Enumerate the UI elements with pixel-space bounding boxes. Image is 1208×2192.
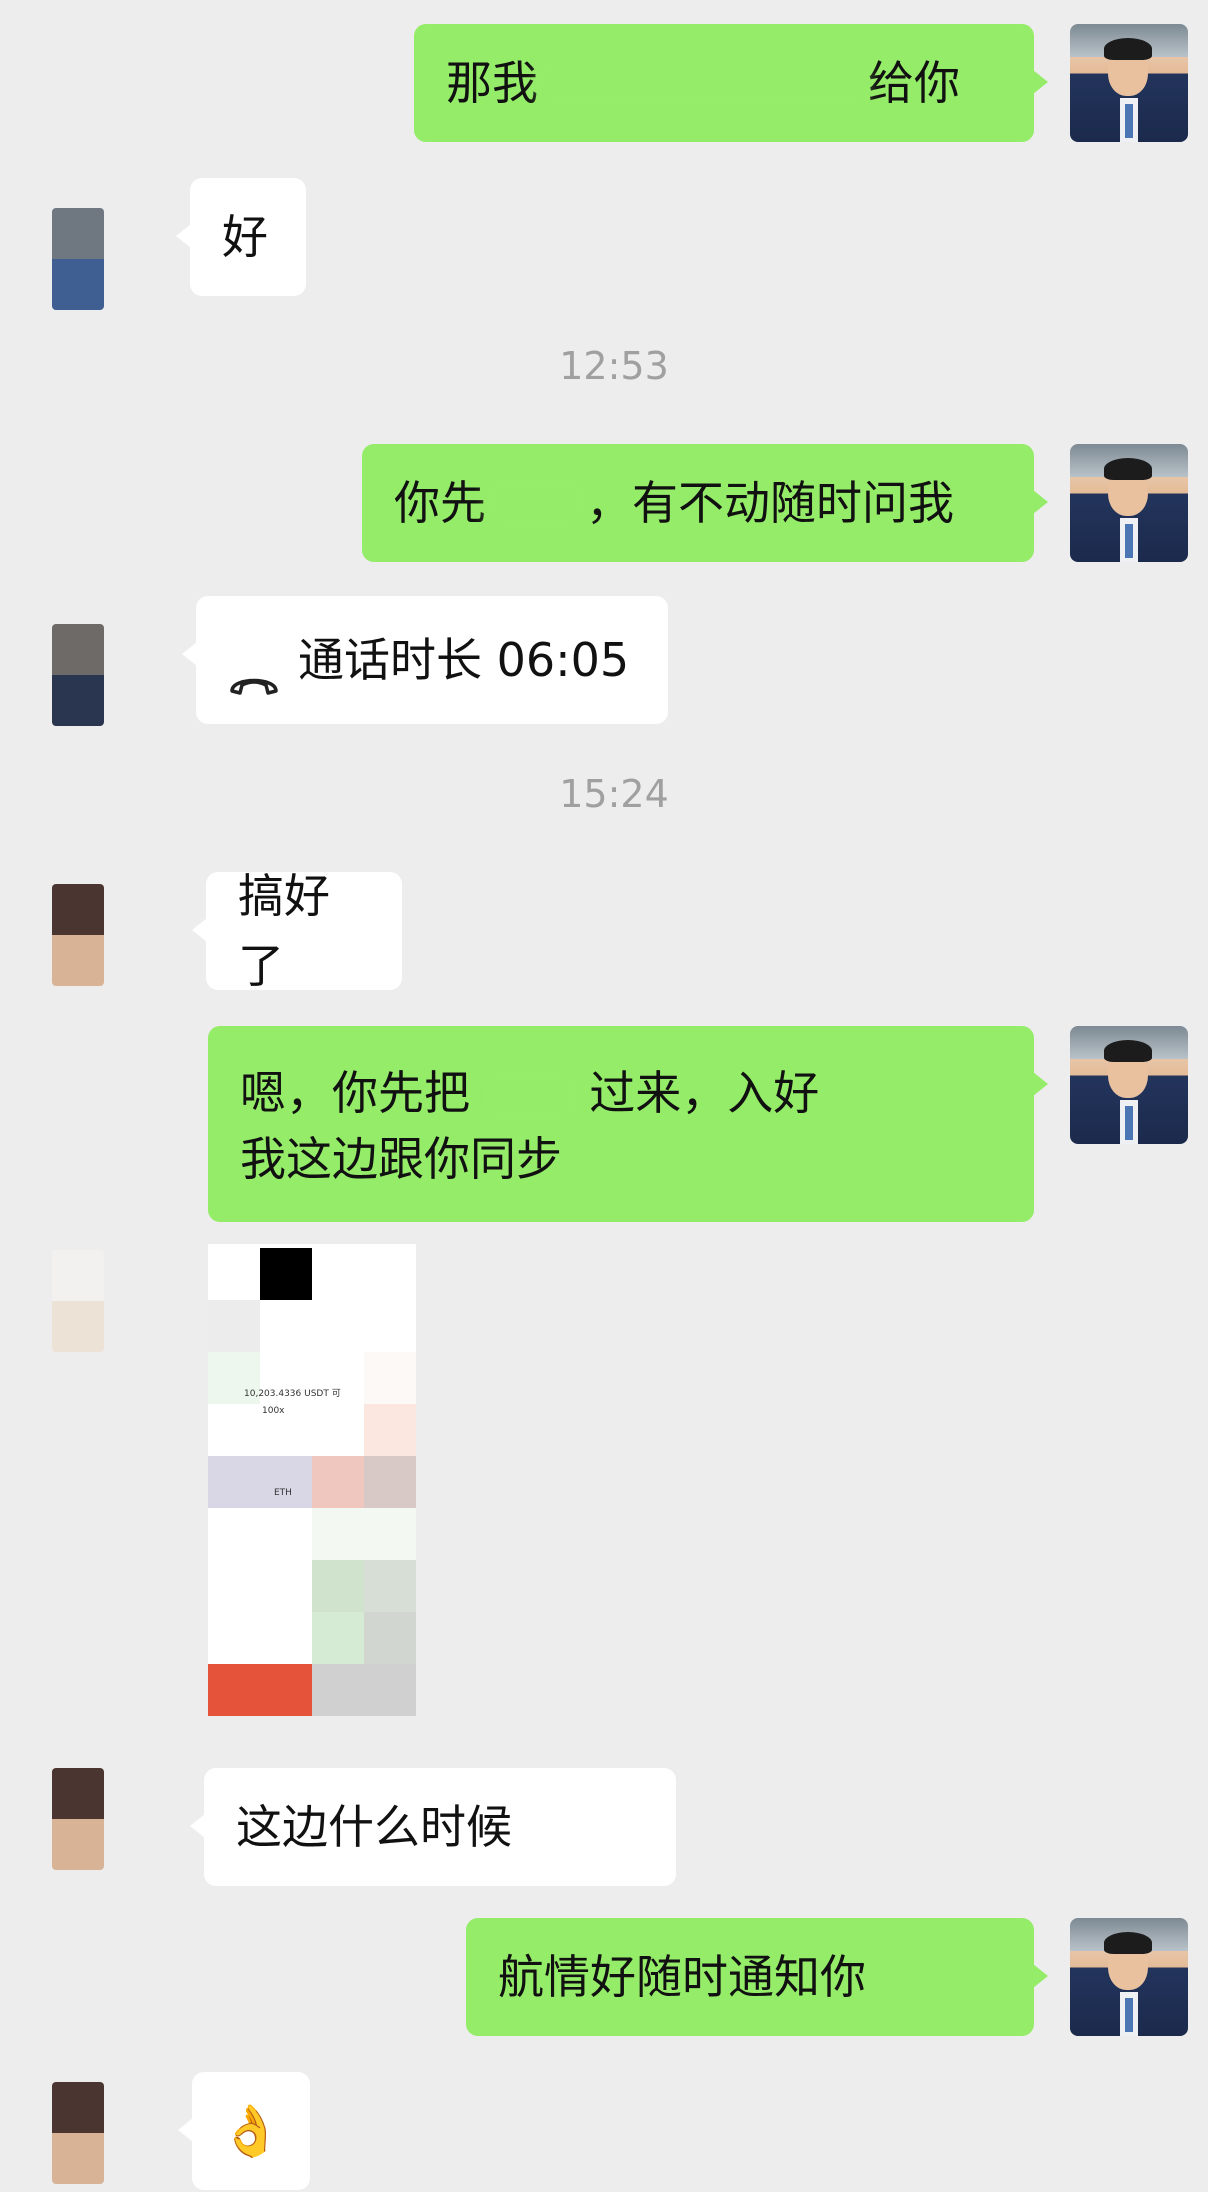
message-timestamp: 12:53: [559, 344, 669, 388]
message-bubble-received[interactable]: 这边什么时候: [190, 1768, 676, 1886]
message-text: 我这边跟你同步: [240, 1132, 562, 1186]
contact-avatar[interactable]: [52, 884, 104, 986]
pair-text: ETH: [274, 1488, 292, 1498]
contact-avatar[interactable]: [52, 2082, 104, 2184]
message-bubble-sent[interactable]: 那我 给你: [414, 24, 1048, 142]
message-text: ，有不动随时问我: [586, 476, 954, 530]
call-record-bubble[interactable]: 通话时长 06:05: [182, 596, 668, 724]
message-bubble-sent[interactable]: 嗯，你先把 过来，入好 我这边跟你同步: [208, 1026, 1048, 1222]
message-text: 这边什么时候: [236, 1800, 512, 1854]
message-text: 过来，入好: [589, 1066, 820, 1120]
contact-avatar[interactable]: [52, 208, 104, 310]
message-bubble-received[interactable]: 搞好了: [192, 869, 402, 993]
message-bubble-received[interactable]: 好: [176, 178, 306, 296]
shared-screenshot-image[interactable]: 10,203.4336 USDT 可 100x ETH: [208, 1244, 416, 1716]
ok-hand-emoji: 👌: [219, 2102, 283, 2160]
message-text: 航情好随时通知你: [498, 1950, 866, 2004]
message-text: 嗯，你先把: [240, 1066, 470, 1120]
message-text: 好: [222, 210, 268, 264]
message-text: 那我: [446, 56, 538, 110]
redacted-region: [484, 1073, 575, 1120]
my-avatar[interactable]: [1070, 444, 1188, 562]
contact-avatar[interactable]: [52, 624, 104, 726]
hangup-phone-icon: [228, 646, 280, 695]
my-avatar[interactable]: [1070, 24, 1188, 142]
contact-avatar[interactable]: [52, 1250, 104, 1352]
message-bubble-received[interactable]: 👌: [178, 2072, 310, 2190]
message-text: 搞好了: [238, 869, 330, 993]
message-timestamp: 15:24: [559, 772, 669, 816]
redacted-region: [538, 60, 868, 106]
redacted-region: [486, 480, 586, 526]
leverage-text: 100x: [262, 1406, 285, 1416]
message-bubble-sent[interactable]: 你先 ，有不动随时问我: [362, 444, 1048, 562]
message-bubble-sent[interactable]: 航情好随时通知你: [466, 1918, 1048, 2036]
my-avatar[interactable]: [1070, 1026, 1188, 1144]
my-avatar[interactable]: [1070, 1918, 1188, 2036]
message-text: 你先: [394, 476, 486, 530]
contact-avatar[interactable]: [52, 1768, 104, 1870]
call-duration-label: 通话时长 06:05: [298, 633, 630, 687]
usdt-balance-text: 10,203.4336 USDT 可: [244, 1389, 341, 1399]
message-text: 给你: [868, 56, 960, 110]
